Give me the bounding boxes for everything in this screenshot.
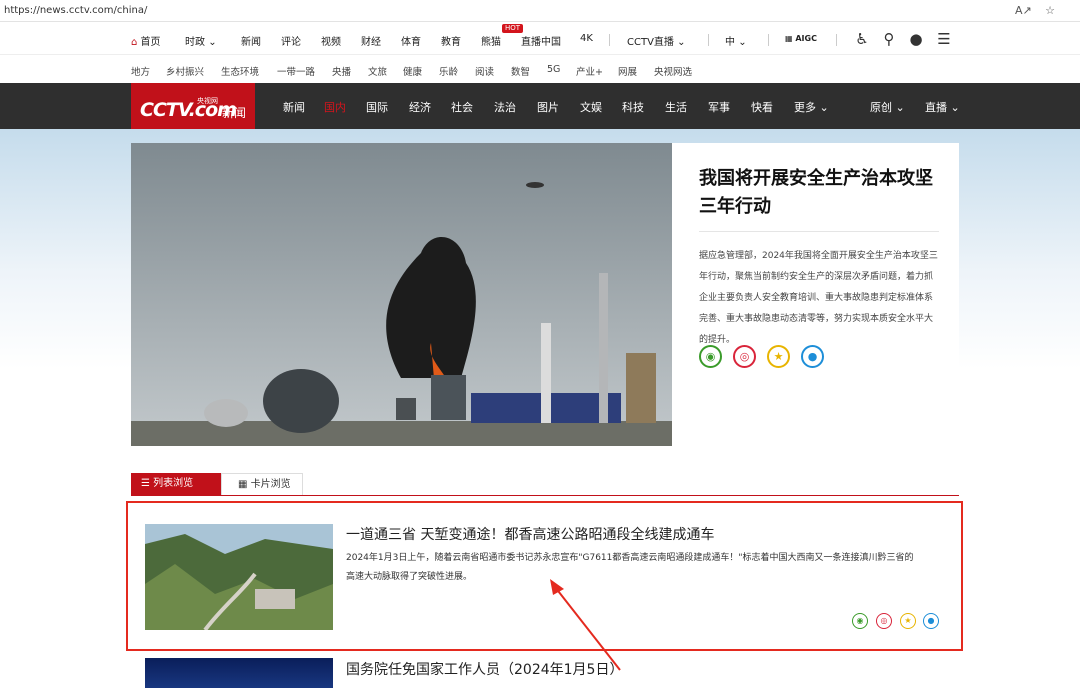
channel-world[interactable]: 国际 [366, 99, 388, 115]
accessibility-icon[interactable]: ♿ [852, 29, 872, 49]
search-icon[interactable]: ⚲ [879, 29, 899, 49]
subnav-item[interactable]: 一带一路 [277, 64, 315, 78]
channel-entertainment[interactable]: 文娱 [580, 99, 602, 115]
weibo-share-icon[interactable]: ◎ [876, 613, 892, 629]
qq-share-icon[interactable]: ● [923, 613, 939, 629]
top-navigation: ⌂ 首页 时政 ⌄ 新闻 评论 视频 财经 体育 教育 HOT 熊猫 直播中国 … [0, 22, 1080, 55]
channel-photos[interactable]: 图片 [537, 99, 559, 115]
chevron-down-icon: ⌄ [950, 101, 960, 114]
nav-4k[interactable]: 4K [580, 33, 593, 44]
nav-live-china[interactable]: 直播中国 [521, 33, 561, 48]
menu-icon[interactable]: ☰ [934, 29, 954, 49]
subnav-item[interactable]: 乐龄 [439, 64, 458, 78]
news-thumbnail[interactable] [145, 524, 333, 630]
logo-section-name: 新闻 [222, 106, 247, 120]
chevron-down-icon: ⌄ [738, 37, 747, 48]
browser-address-bar[interactable]: https://news.cctv.com/china/ A↗ ☆ [0, 0, 1080, 22]
nav-home[interactable]: ⌂ 首页 [131, 33, 161, 48]
qq-share-icon[interactable]: ● [801, 345, 824, 368]
grid-icon: ▦ [238, 479, 248, 490]
chevron-down-icon: ⌄ [819, 101, 829, 114]
channel-live[interactable]: 直播 ⌄ [925, 99, 960, 115]
favorite-star-icon[interactable]: ☆ [1042, 3, 1058, 19]
aigc-logo[interactable]: ▦ AIGC [785, 34, 817, 43]
channel-domestic[interactable]: 国内 [324, 99, 346, 115]
subnav-item[interactable]: 阅读 [475, 64, 494, 78]
divider [768, 34, 769, 46]
subnav-item[interactable]: 产业+ [576, 64, 603, 78]
tab-card-view[interactable]: ▦ 卡片浏览 [221, 473, 303, 496]
news-item-title[interactable]: 国务院任免国家工作人员（2024年1月5日） [346, 659, 623, 679]
news-thumbnail[interactable] [145, 658, 333, 688]
subnav-item[interactable]: 央视网选 [654, 64, 692, 78]
nav-finance[interactable]: 财经 [361, 33, 381, 48]
home-icon: ⌂ [131, 37, 138, 48]
subnav-item[interactable]: 地方 [131, 64, 150, 78]
chevron-down-icon: ⌄ [895, 101, 905, 114]
subnav-item[interactable]: 生态环境 [221, 64, 259, 78]
nav-education[interactable]: 教育 [441, 33, 461, 48]
divider [131, 495, 959, 496]
divider [609, 34, 610, 46]
nav-news[interactable]: 新闻 [241, 33, 261, 48]
channel-military[interactable]: 军事 [708, 99, 730, 115]
channel-tech[interactable]: 科技 [622, 99, 644, 115]
language-selector[interactable]: 中 ⌄ [725, 33, 747, 48]
nav-politics[interactable]: 时政 ⌄ [185, 33, 217, 48]
tab-list-view[interactable]: ☰ 列表浏览 [131, 473, 221, 496]
logo-small-text: 央视网 [197, 97, 218, 105]
nav-cctv-live[interactable]: CCTV直播 ⌄ [627, 33, 686, 48]
divider [708, 34, 709, 46]
subnav-item[interactable]: 央播 [332, 64, 351, 78]
nav-sports[interactable]: 体育 [401, 33, 421, 48]
channel-society[interactable]: 社会 [451, 99, 473, 115]
channel-news[interactable]: 新闻 [283, 99, 305, 115]
subnav-item[interactable]: 乡村振兴 [166, 64, 204, 78]
subnav-item[interactable]: 健康 [403, 64, 422, 78]
channel-quick-look[interactable]: 快看 [751, 99, 773, 115]
subnav-item[interactable]: 文旅 [368, 64, 387, 78]
subnav-item[interactable]: 网展 [618, 64, 637, 78]
divider [836, 34, 837, 46]
weibo-share-icon[interactable]: ◎ [733, 345, 756, 368]
chevron-down-icon: ⌄ [677, 37, 686, 48]
qzone-share-icon[interactable]: ★ [900, 613, 916, 629]
list-icon: ☰ [141, 478, 150, 489]
nav-opinion[interactable]: 评论 [281, 33, 301, 48]
news-item-title[interactable]: 一道通三省 天堑变通途！都香高速公路昭通段全线建成通车 [346, 524, 714, 544]
wechat-share-icon[interactable]: ◉ [852, 613, 868, 629]
channel-original[interactable]: 原创 ⌄ [870, 99, 905, 115]
channel-economy[interactable]: 经济 [409, 99, 431, 115]
hero-feature: 我国将开展安全生产治本攻坚三年行动 据应急管理部，2024年我国将全面开展安全生… [131, 143, 959, 446]
channel-more[interactable]: 更多 ⌄ [794, 99, 829, 115]
aigc-icon: ▦ [785, 34, 793, 43]
news-item-summary: 2024年1月3日上午，随着云南省昭通市委书记苏永忠宣布"G7611都香高速云南… [346, 553, 914, 582]
hero-text: 我国将开展安全生产治本攻坚三年行动 据应急管理部，2024年我国将全面开展安全生… [699, 165, 939, 351]
subnav-item[interactable]: 数智 [511, 64, 530, 78]
sub-navigation: 地方 乡村振兴 生态环境 一带一路 央播 文旅 健康 乐龄 阅读 数智 5G 产… [0, 56, 1080, 83]
nav-panda[interactable]: 熊猫 [481, 33, 501, 48]
hot-badge: HOT [502, 24, 524, 33]
nav-video[interactable]: 视频 [321, 33, 341, 48]
chevron-down-icon: ⌄ [208, 37, 217, 48]
read-aloud-icon[interactable]: A↗ [1015, 3, 1032, 19]
subnav-item[interactable]: 5G [547, 64, 560, 75]
wechat-share-icon[interactable]: ◉ [699, 345, 722, 368]
hero-image[interactable] [131, 143, 672, 446]
qzone-share-icon[interactable]: ★ [767, 345, 790, 368]
divider [699, 231, 939, 232]
hero-description: 据应急管理部，2024年我国将全面开展安全生产治本攻坚三年行动，聚焦当前制约安全… [699, 251, 938, 345]
channel-life[interactable]: 生活 [665, 99, 687, 115]
user-avatar-icon[interactable]: ● [906, 29, 926, 49]
hero-title[interactable]: 我国将开展安全生产治本攻坚三年行动 [699, 165, 939, 221]
url-text[interactable]: https://news.cctv.com/china/ [4, 5, 147, 16]
channel-law[interactable]: 法治 [494, 99, 516, 115]
